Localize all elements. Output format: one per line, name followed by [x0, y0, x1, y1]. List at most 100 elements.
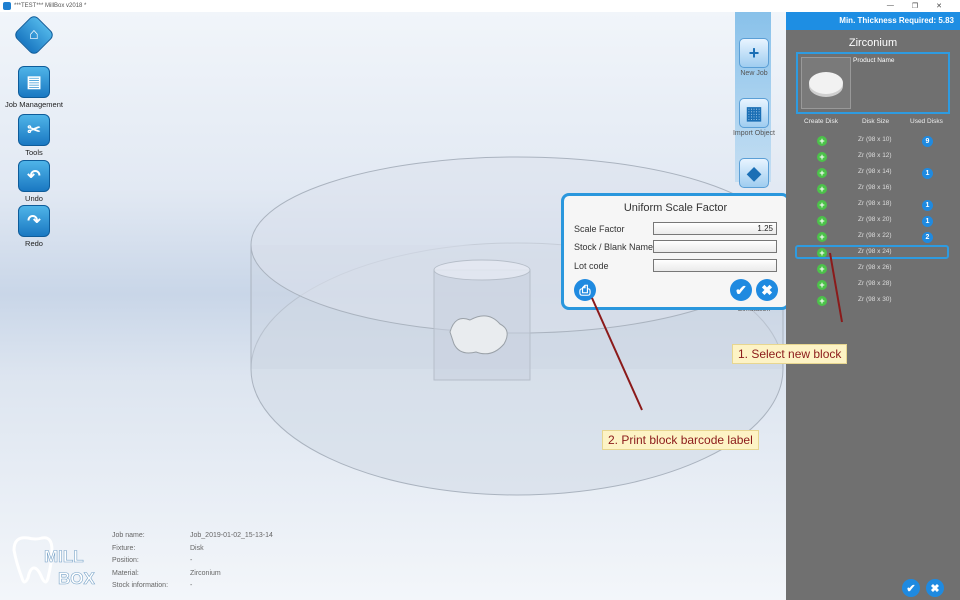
- material-value: Zirconium: [190, 569, 221, 577]
- create-disk-button[interactable]: +: [817, 264, 827, 274]
- col-disk-size: Disk Size: [862, 118, 890, 125]
- callout-print-label: 2. Print block barcode label: [602, 430, 759, 450]
- new-job-label: New Job: [740, 70, 768, 77]
- product-box[interactable]: Product Name: [796, 52, 950, 114]
- close-window-button[interactable]: ✕: [936, 2, 942, 10]
- used-disks-badge[interactable]: 9: [922, 136, 933, 147]
- title-bar: ***TEST*** MillBox v2018 * — ❐ ✕: [0, 0, 960, 12]
- undo-label: Undo: [25, 194, 43, 203]
- printer-icon: ⎙: [579, 281, 591, 298]
- uniform-scale-dialog: Uniform Scale Factor Scale Factor 1.25 S…: [561, 193, 790, 310]
- minimize-button[interactable]: —: [887, 2, 894, 10]
- import-object-button[interactable]: ▦ Import Object: [723, 98, 785, 137]
- tools-button[interactable]: ✂ Tools: [0, 114, 68, 157]
- used-disks-badge[interactable]: 2: [922, 232, 933, 243]
- create-disk-button[interactable]: +: [817, 184, 827, 194]
- stock-button[interactable]: ◆: [723, 158, 785, 188]
- window-title: ***TEST*** MillBox v2018 *: [14, 3, 87, 9]
- material-label: Material:: [112, 569, 139, 577]
- disk-row[interactable]: + Zr (98 x 26): [786, 262, 960, 278]
- disk-size-label: Zr (98 x 30): [858, 296, 892, 303]
- disk-size-label: Zr (98 x 20): [858, 216, 892, 223]
- selected-disk-highlight: [795, 245, 949, 259]
- disk-row[interactable]: + Zr (98 x 28): [786, 278, 960, 294]
- disk-size-label: Zr (98 x 28): [858, 280, 892, 287]
- lot-code-label: Lot code: [574, 261, 609, 271]
- undo-button[interactable]: ↶ Undo: [0, 160, 68, 203]
- create-disk-button[interactable]: +: [817, 296, 827, 306]
- stock-icon: ◆: [739, 158, 769, 188]
- window-controls: — ❐ ✕: [887, 2, 960, 10]
- tools-label: Tools: [25, 148, 43, 157]
- confirm-button[interactable]: ✔: [730, 279, 752, 301]
- min-thickness-header: Min. Thickness Required: 5.83: [786, 12, 960, 30]
- create-disk-button[interactable]: +: [817, 200, 827, 210]
- logo-line1: MILL: [44, 547, 84, 566]
- close-icon: ✖: [930, 582, 940, 595]
- job-name-value: Job_2019-01-02_15-13-14: [190, 532, 273, 539]
- used-disks-badge[interactable]: 1: [922, 216, 933, 227]
- create-disk-button[interactable]: +: [817, 280, 827, 290]
- create-disk-button[interactable]: +: [817, 152, 827, 162]
- job-name-label: Job name:: [112, 532, 145, 539]
- create-disk-button[interactable]: +: [817, 136, 827, 146]
- job-icon: ▤: [18, 66, 50, 98]
- disk-row[interactable]: + Zr (98 x 20) 1: [786, 214, 960, 230]
- disk-list: + Zr (98 x 10) 9 + Zr (98 x 12) + Zr (98 x 14)…: [786, 134, 960, 310]
- position-label: Position:: [112, 557, 139, 564]
- print-label-button[interactable]: ⎙: [574, 279, 596, 301]
- disk-row[interactable]: + Zr (98 x 16): [786, 182, 960, 198]
- create-disk-button[interactable]: +: [817, 232, 827, 242]
- fixture-label: Fixture:: [112, 544, 136, 552]
- disk-panel: Min. Thickness Required: 5.83 Zirconium …: [786, 12, 960, 600]
- disk-size-label: Zr (98 x 26): [858, 264, 892, 271]
- scale-factor-input[interactable]: 1.25: [653, 222, 777, 235]
- tooth-logo-icon: MILL BOX: [12, 536, 96, 588]
- close-icon: ✖: [761, 281, 773, 298]
- used-disks-badge[interactable]: 1: [922, 168, 933, 179]
- new-job-button[interactable]: + New Job: [723, 38, 785, 77]
- cancel-button[interactable]: ✖: [756, 279, 778, 301]
- job-info-panel: Job name: Job_2019-01-02_15-13-14 Fixture…: [112, 532, 273, 595]
- disk-row[interactable]: + Zr (98 x 18) 1: [786, 198, 960, 214]
- stock-info-value: -: [190, 582, 193, 589]
- check-icon: ✔: [906, 582, 916, 595]
- disk-size-label: Zr (98 x 18): [858, 200, 892, 207]
- disk-image: [809, 72, 843, 94]
- product-image: [801, 57, 851, 109]
- material-title: Zirconium: [848, 37, 898, 49]
- redo-label: Redo: [25, 239, 43, 248]
- object-cylinder-top: [433, 259, 531, 281]
- disk-row[interactable]: + Zr (98 x 22) 2: [786, 230, 960, 246]
- stock-blank-name-label: Stock / Blank Name: [574, 242, 654, 252]
- millbox-logo: MILL BOX: [8, 532, 98, 592]
- callout-select-block: 1. Select new block: [732, 344, 848, 364]
- create-disk-button[interactable]: +: [817, 168, 827, 178]
- disk-row[interactable]: + Zr (98 x 30): [786, 294, 960, 310]
- import-object-icon: ▦: [739, 98, 769, 128]
- disk-row[interactable]: + Zr (98 x 10) 9: [786, 134, 960, 150]
- stock-info-label: Stock information:: [112, 582, 169, 589]
- home-dpad-icon: ⌂: [12, 13, 56, 57]
- product-name-label: Product Name: [853, 57, 895, 64]
- position-value: -: [190, 557, 193, 564]
- used-disks-badge[interactable]: 1: [922, 200, 933, 211]
- disk-row[interactable]: + Zr (98 x 14) 1: [786, 166, 960, 182]
- redo-button[interactable]: ↷ Redo: [0, 205, 68, 248]
- disk-size-label: Zr (98 x 12): [858, 152, 892, 159]
- create-disk-button[interactable]: +: [817, 216, 827, 226]
- col-create-disk: Create Disk: [804, 118, 838, 125]
- redo-icon: ↷: [18, 205, 50, 237]
- panel-cancel-button[interactable]: ✖: [926, 579, 944, 597]
- stock-blank-name-input[interactable]: [653, 240, 777, 253]
- col-used-disks: Used Disks: [910, 118, 943, 125]
- job-management-label: Job Management: [5, 100, 63, 109]
- lot-code-input[interactable]: [653, 259, 777, 272]
- dialog-title: Uniform Scale Factor: [623, 202, 728, 214]
- disk-row[interactable]: + Zr (98 x 12): [786, 150, 960, 166]
- panel-confirm-button[interactable]: ✔: [902, 579, 920, 597]
- job-management-button[interactable]: ▤ Job Management: [0, 66, 68, 109]
- check-icon: ✔: [735, 281, 747, 298]
- maximize-button[interactable]: ❐: [912, 2, 918, 10]
- home-navigation-button[interactable]: ⌂: [0, 13, 68, 57]
